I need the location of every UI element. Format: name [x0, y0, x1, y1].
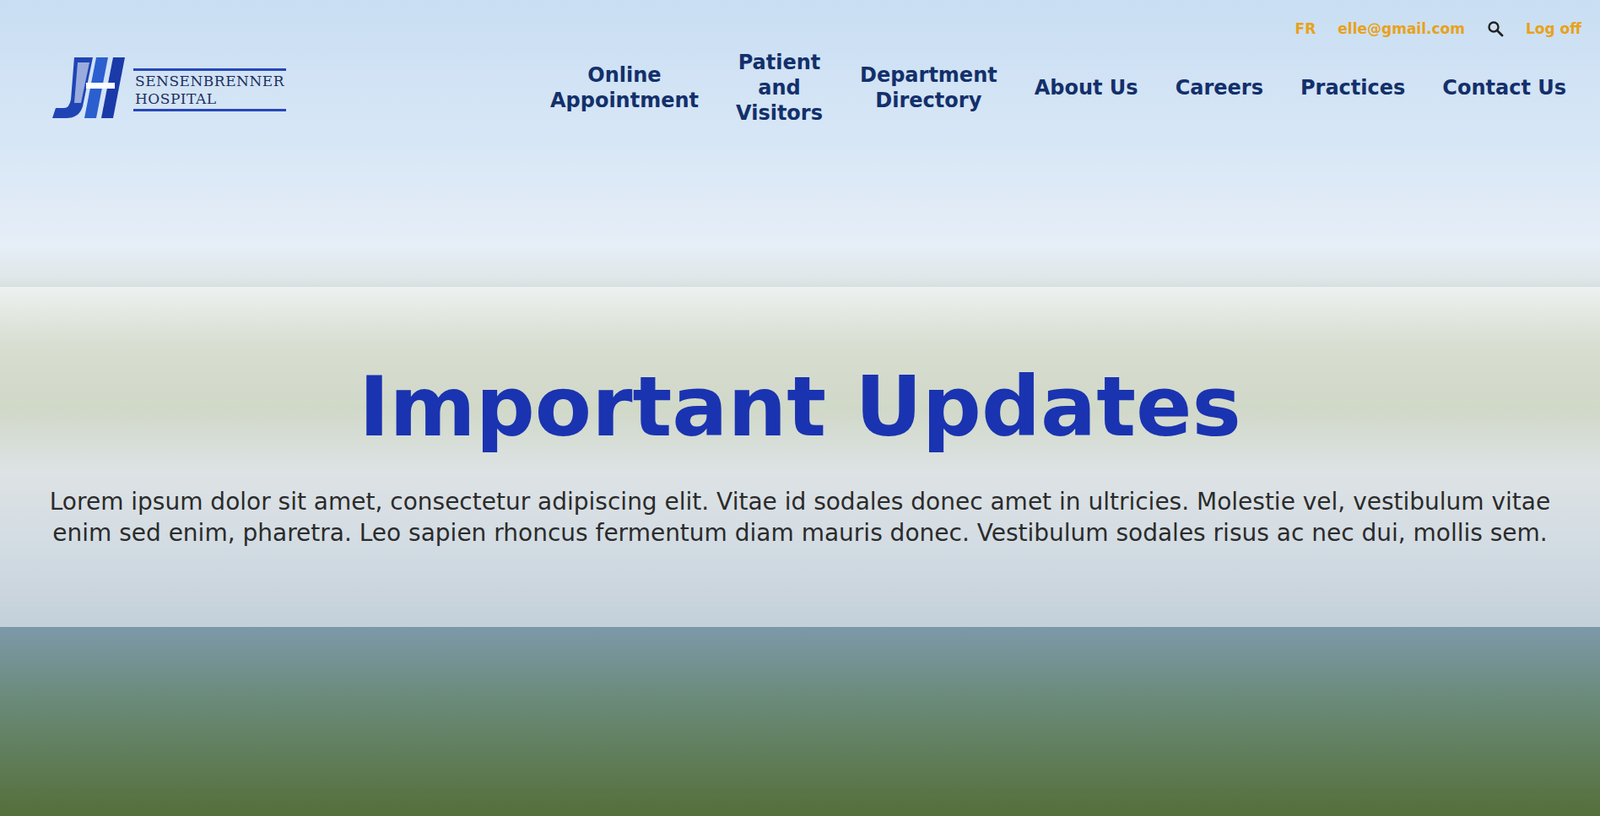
search-icon[interactable]: [1486, 20, 1504, 38]
search-button[interactable]: [1486, 20, 1504, 38]
logout-link[interactable]: Log off: [1525, 18, 1582, 39]
updates-title: Important Updates: [37, 357, 1563, 456]
utility-bar: FR elle@gmail.com Log off: [0, 0, 1600, 46]
updates-banner: Important Updates Lorem ipsum dolor sit a…: [0, 286, 1600, 628]
nav-link[interactable]: Department Directory: [859, 62, 998, 114]
hospital-logo[interactable]: SENSENBRENNERHOSPITAL: [48, 55, 287, 120]
nav-link[interactable]: Contact Us: [1442, 75, 1567, 101]
main-menu: Online Appointment Patient and Visitors De…: [550, 49, 1567, 126]
nav-link[interactable]: Patient and Visitors: [735, 49, 823, 126]
language-link[interactable]: FR: [1295, 18, 1317, 39]
logo-line: SENSENBRENNER: [135, 72, 285, 91]
logo-text: SENSENBRENNERHOSPITAL: [133, 68, 287, 112]
page-background: FR elle@gmail.com Log off SENSENBRENNERHOSP…: [0, 0, 1600, 816]
updates-text: Lorem ipsum dolor sit amet, consectetur …: [37, 486, 1563, 549]
main-navbar: SENSENBRENNERHOSPITAL Online Appointment P…: [0, 45, 1600, 130]
nav-link[interactable]: About Us: [1034, 75, 1139, 101]
logo-line: HOSPITAL: [135, 90, 285, 109]
nav-link[interactable]: Careers: [1175, 75, 1264, 101]
nav-link[interactable]: Online Appointment: [550, 62, 699, 114]
logo-mark-icon[interactable]: [48, 55, 130, 120]
account-link[interactable]: elle@gmail.com: [1337, 18, 1465, 39]
nav-link[interactable]: Practices: [1300, 75, 1406, 101]
sky-area: [0, 129, 1600, 287]
